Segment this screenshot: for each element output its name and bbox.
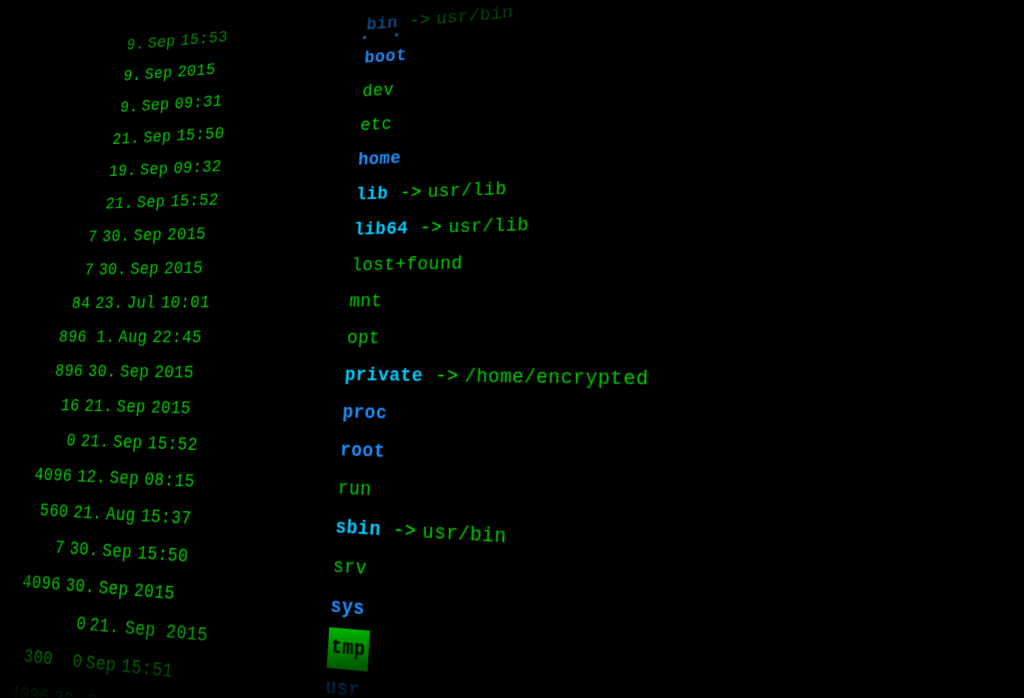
list-item: 84 23. Jul 10:01	[49, 285, 333, 322]
list-item: 896 30. Sep 2015	[42, 355, 329, 394]
terminal-inner: . . 9. Sep 15:53 9. Sep 2015 9. Sep	[1, 0, 1024, 698]
left-column: 9. Sep 15:53 9. Sep 2015 9. Sep 09:31	[0, 4, 352, 698]
right-column: bin -> usr/bin boot dev etc home lib	[316, 0, 1024, 698]
list-item: 7 30. Sep 2015	[53, 249, 336, 288]
list-item: 896 1. Aug 22:45	[46, 321, 331, 358]
blue-dot: . .	[358, 19, 407, 46]
terminal-window: . . 9. Sep 15:53 9. Sep 2015 9. Sep	[0, 0, 1024, 698]
